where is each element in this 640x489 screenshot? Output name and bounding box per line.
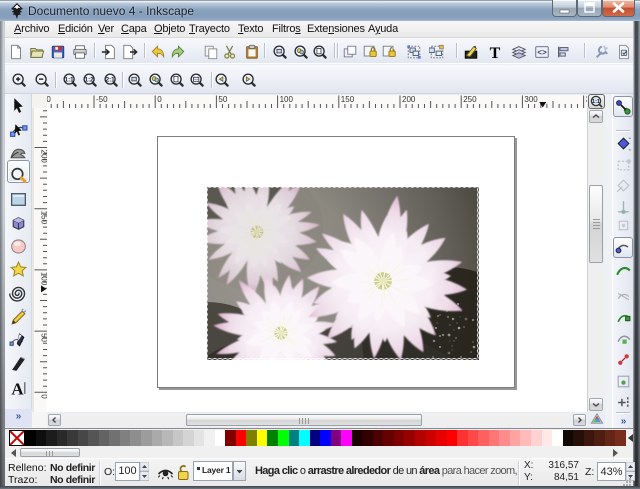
svg-text:200: 200 [40, 150, 48, 164]
svg-text:0: 0 [157, 95, 162, 104]
svg-text:350: 350 [586, 95, 587, 104]
svg-text:200: 200 [402, 95, 416, 104]
svg-text:100: 100 [40, 272, 48, 286]
svg-text:0: 0 [40, 394, 48, 399]
svg-text:T: T [490, 45, 501, 60]
svg-text:50: 50 [218, 95, 227, 104]
svg-text:150: 150 [40, 211, 48, 225]
svg-text:A: A [11, 379, 24, 397]
svg-text:250: 250 [463, 95, 477, 104]
svg-text:50: 50 [40, 333, 48, 342]
svg-text:<>: <> [537, 49, 547, 58]
svg-text:1:2: 1:2 [85, 77, 95, 84]
svg-text:300: 300 [524, 95, 538, 104]
svg-text:1:1: 1:1 [65, 77, 75, 84]
svg-text:100: 100 [280, 95, 294, 104]
svg-text:2:1: 2:1 [106, 77, 116, 84]
svg-text:-50: -50 [96, 95, 108, 104]
svg-text:1:1: 1:1 [592, 99, 600, 105]
svg-text:150: 150 [341, 95, 355, 104]
svg-text:-100: -100 [47, 95, 51, 104]
